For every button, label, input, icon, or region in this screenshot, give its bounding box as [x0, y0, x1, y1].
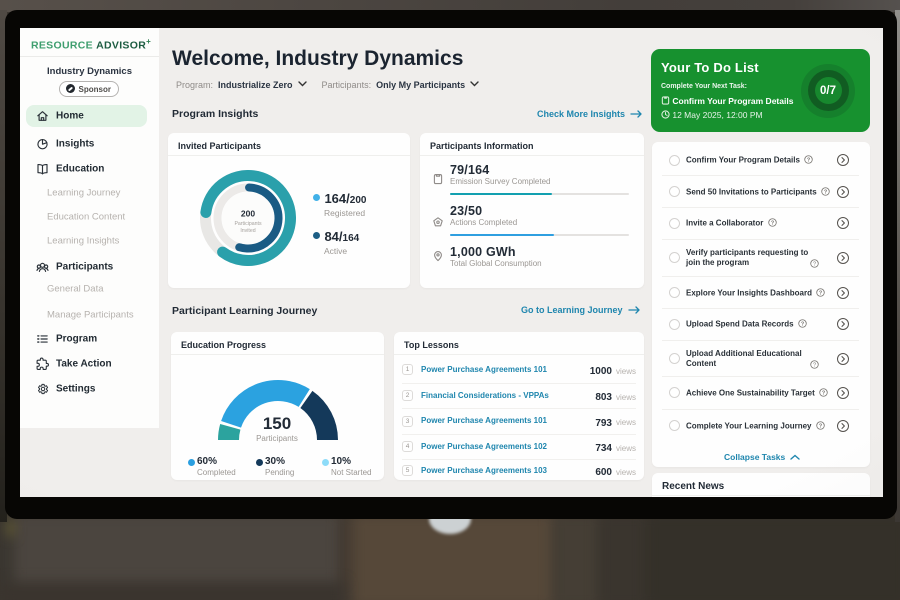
svg-text:?: ? [771, 220, 774, 226]
svg-text:?: ? [807, 157, 810, 163]
svg-text:?: ? [801, 321, 804, 327]
svg-text:?: ? [822, 390, 825, 396]
svg-text:?: ? [813, 261, 816, 267]
svg-text:?: ? [819, 423, 822, 429]
svg-text:?: ? [824, 189, 827, 195]
svg-text:Participants: Participants [234, 221, 262, 227]
svg-text:Invited: Invited [240, 228, 255, 234]
svg-text:200: 200 [241, 209, 255, 219]
svg-text:?: ? [819, 290, 822, 296]
svg-text:?: ? [813, 362, 816, 368]
